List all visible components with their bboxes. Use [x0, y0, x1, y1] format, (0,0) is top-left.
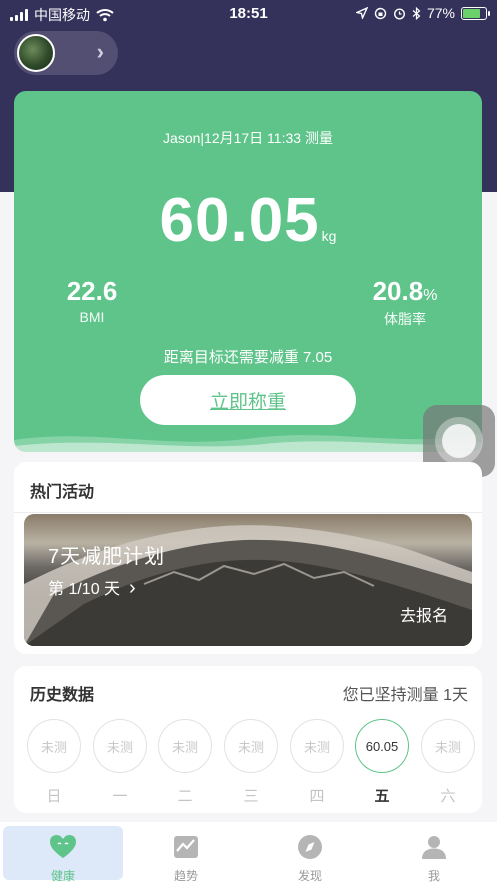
- compass-icon: [298, 835, 322, 859]
- chevron-right-icon: ›: [128, 577, 136, 599]
- weight-summary-card: Jason|12月17日 11:33 测量 60.05 kg 22.6 BMI 2…: [14, 91, 482, 452]
- body-fat-unit: %: [423, 287, 438, 304]
- alarm-icon: [393, 7, 405, 20]
- person-icon: [422, 836, 446, 859]
- chevron-right-icon: ›: [96, 39, 104, 64]
- tab-label: 健康: [50, 869, 75, 883]
- tab-discover[interactable]: 发现: [250, 826, 370, 883]
- signup-link[interactable]: 去报名: [400, 602, 448, 626]
- body-fat-stat: 20.8% 体脂率: [350, 276, 460, 329]
- body-fat-value: 20.8: [372, 276, 424, 306]
- status-bar: 中国移动 18:51 77%: [0, 0, 497, 28]
- heart-icon: [50, 835, 76, 858]
- day-label-fri: 五: [374, 788, 390, 805]
- banner-progress: 第 1/10 天 ›: [48, 577, 136, 599]
- day-value-sun[interactable]: 未测: [27, 719, 81, 773]
- day-value-wed[interactable]: 未测: [224, 719, 278, 773]
- battery-icon: [461, 6, 490, 20]
- bmi-value: 22.6: [66, 276, 118, 306]
- day-value-fri[interactable]: 60.05: [355, 719, 409, 773]
- weigh-now-button[interactable]: 立即称重: [140, 375, 356, 425]
- tab-trend[interactable]: 趋势: [126, 826, 246, 883]
- bmi-label: BMI: [79, 309, 105, 325]
- bluetooth-icon: [412, 6, 421, 20]
- weight-value: 60.05: [159, 186, 320, 255]
- weight-display: 60.05 kg: [14, 185, 482, 256]
- day-label-mon: 一: [112, 788, 128, 805]
- activity-banner[interactable]: 7天减肥计划 第 1/10 天 › 去报名: [24, 514, 472, 646]
- day-value-sat[interactable]: 未测: [421, 719, 475, 773]
- trend-chart-icon: [174, 836, 198, 858]
- bottom-tab-bar: 健康 趋势 发现 我: [0, 822, 497, 883]
- orientation-lock-icon: [374, 7, 387, 19]
- day-value-mon[interactable]: 未测: [93, 719, 147, 773]
- battery-level-fill: [463, 8, 480, 18]
- measurement-info: Jason|12月17日 11:33 测量: [163, 130, 333, 146]
- day-label-thu: 四: [309, 788, 325, 805]
- day-label-sun: 日: [46, 788, 62, 805]
- bmi-stat: 22.6 BMI: [42, 276, 142, 325]
- goal-remaining-text: 距离目标还需要减重 7.05: [163, 349, 333, 366]
- hot-activities-card: 热门活动 7天减肥计划 第 1/10 天 › 去报名: [14, 462, 482, 654]
- tab-label: 趋势: [173, 869, 198, 883]
- hot-activities-title: 热门活动: [30, 484, 95, 501]
- tab-label: 发现: [297, 869, 322, 883]
- tab-health[interactable]: 健康: [3, 826, 123, 883]
- day-label-wed: 三: [243, 788, 259, 805]
- tab-me[interactable]: 我: [374, 826, 494, 883]
- battery-percent: 77%: [426, 5, 455, 21]
- wave-decoration: [14, 434, 482, 452]
- day-value-tue[interactable]: 未测: [158, 719, 212, 773]
- history-data-card: 历史数据 您已坚持测量 1天 未测 未测 未测 未测 未测 60.05 未测 日…: [14, 666, 482, 813]
- weight-unit: kg: [321, 228, 337, 244]
- location-icon: [355, 7, 368, 19]
- avatar[interactable]: [17, 34, 55, 72]
- divider: [14, 512, 482, 513]
- day-label-tue: 二: [177, 788, 193, 805]
- body-fat-label: 体脂率: [384, 311, 426, 327]
- measure-streak-text: 您已坚持测量 1天: [342, 687, 468, 704]
- history-title: 历史数据: [30, 687, 95, 704]
- day-value-thu[interactable]: 未测: [290, 719, 344, 773]
- tab-label: 我: [427, 869, 440, 883]
- status-right: 77%: [355, 5, 490, 21]
- day-label-sat: 六: [440, 788, 456, 805]
- banner-title: 7天减肥计划: [48, 546, 166, 568]
- profile-switcher[interactable]: ›: [14, 31, 118, 75]
